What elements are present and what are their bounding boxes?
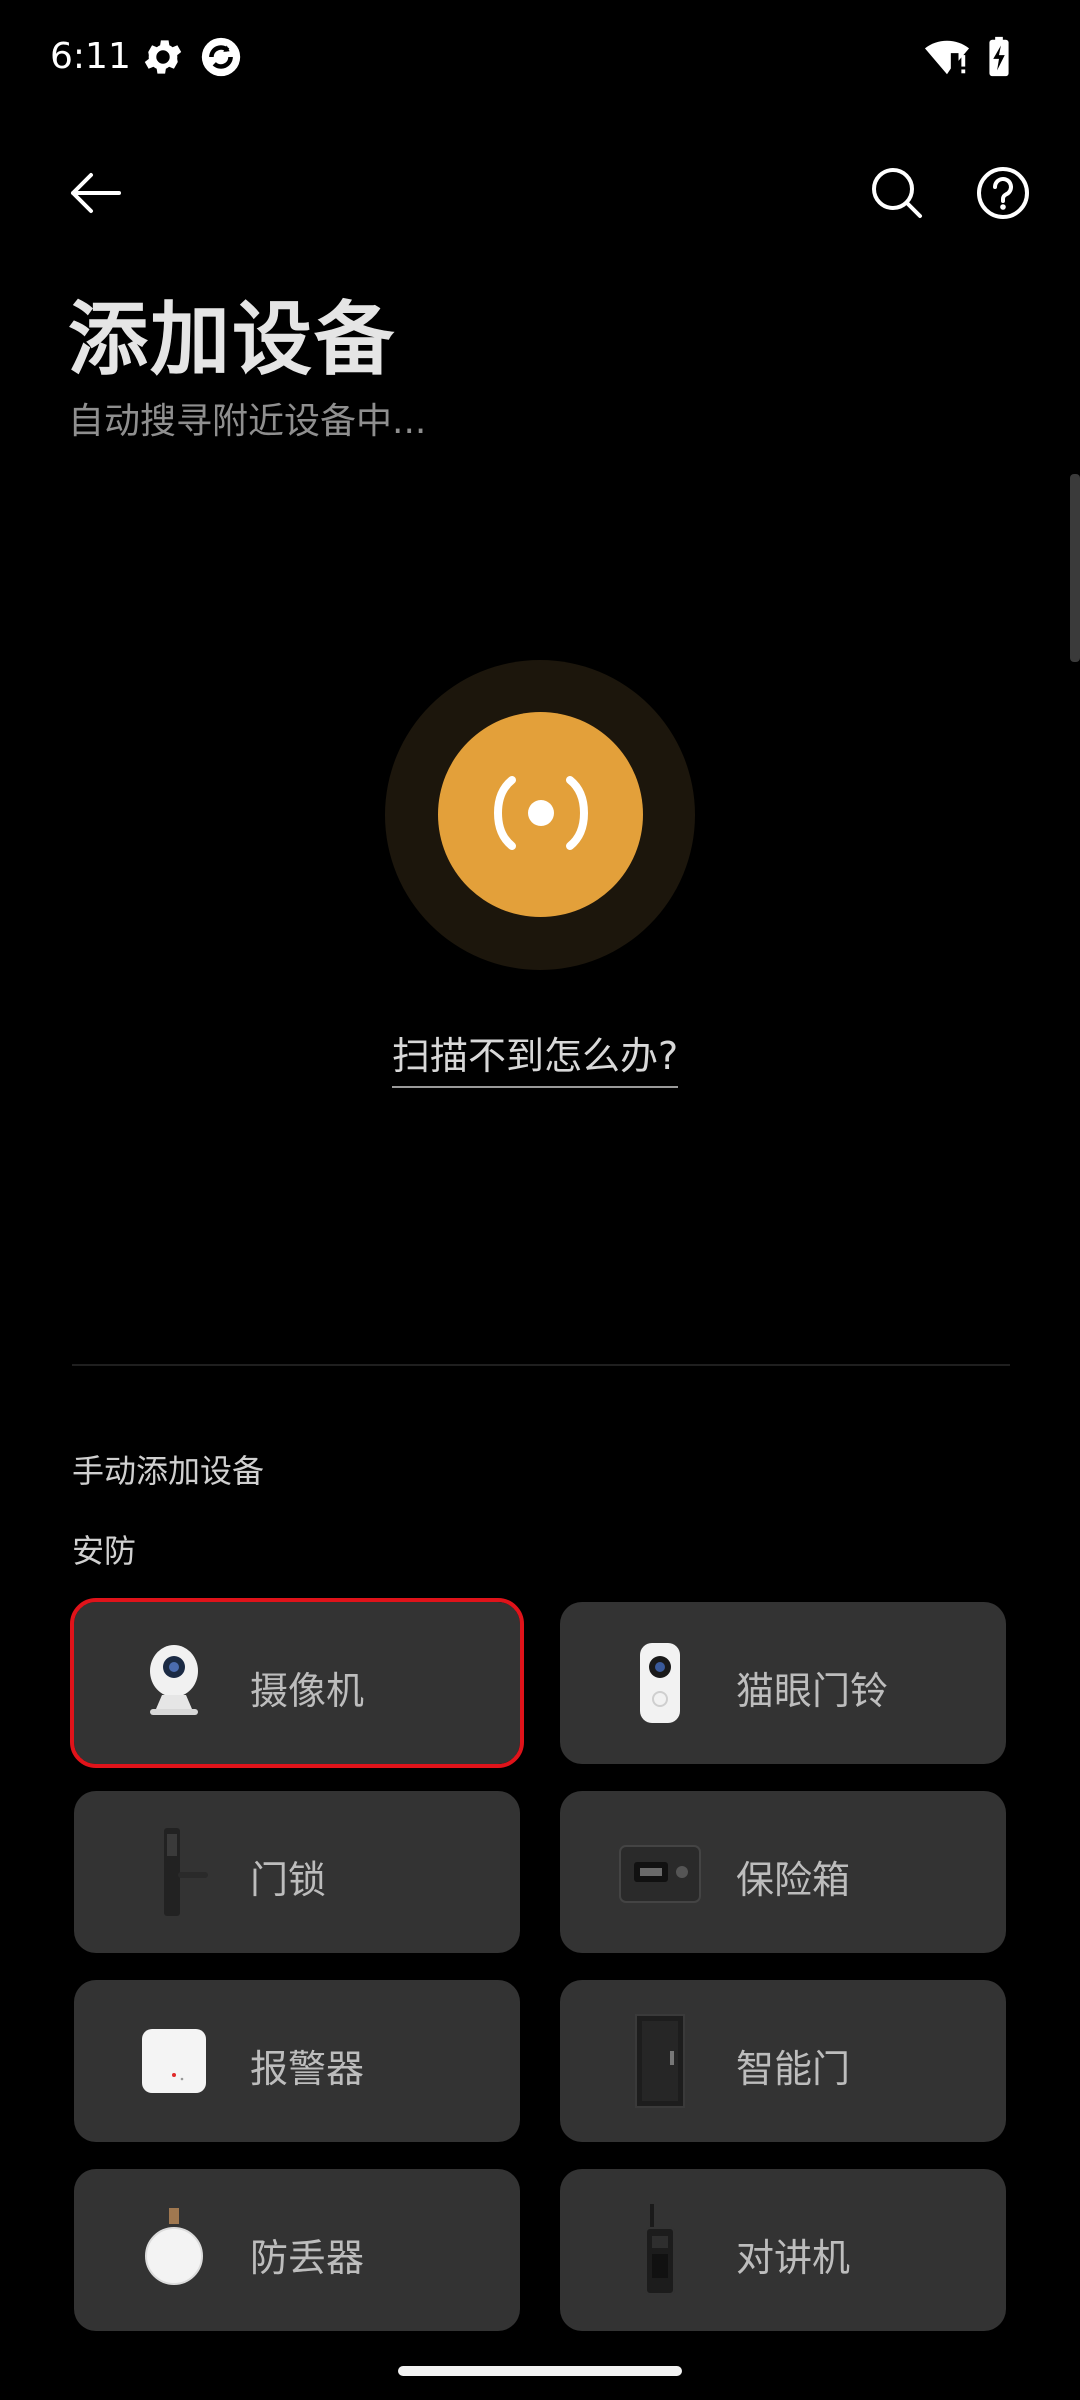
- alarm-icon: [124, 2011, 224, 2111]
- device-card-safe[interactable]: 保险箱: [560, 1791, 1006, 1953]
- device-card-door-lock[interactable]: 门锁: [74, 1791, 520, 1953]
- device-card-walkie-talkie[interactable]: 对讲机: [560, 2169, 1006, 2331]
- device-card-tracker[interactable]: 防丢器: [74, 2169, 520, 2331]
- scan-help-link[interactable]: 扫描不到怎么办?: [392, 1025, 679, 1088]
- safe-icon: [610, 1822, 710, 1922]
- device-label: 报警器: [250, 2047, 365, 2091]
- back-button[interactable]: [50, 150, 140, 240]
- arrow-left-icon: [65, 163, 125, 227]
- broadcast-icon: [486, 768, 596, 862]
- page-title: 添加设备: [68, 293, 396, 386]
- app-bar: [0, 150, 1080, 270]
- device-label: 对讲机: [736, 2236, 851, 2280]
- smart-door-icon: [610, 2011, 710, 2111]
- walkie-talkie-icon: [610, 2200, 710, 2300]
- device-label: 智能门: [736, 2047, 851, 2091]
- wifi-alert-icon: [924, 34, 970, 80]
- help-circle-icon: [975, 165, 1031, 225]
- status-time: 6:11: [50, 36, 131, 77]
- app-sync-icon: [198, 34, 244, 80]
- device-card-smart-door[interactable]: 智能门: [560, 1980, 1006, 2142]
- device-label: 猫眼门铃: [736, 1669, 889, 1713]
- manual-add-heading: 手动添加设备: [72, 1452, 265, 1490]
- device-card-camera[interactable]: 摄像机: [70, 1598, 524, 1768]
- device-label: 保险箱: [736, 1858, 851, 1902]
- help-button[interactable]: [958, 150, 1048, 240]
- page-subtitle: 自动搜寻附近设备中...: [68, 401, 427, 442]
- device-label: 门锁: [250, 1858, 327, 1902]
- scan-button[interactable]: [438, 712, 643, 917]
- device-card-alarm[interactable]: 报警器: [74, 1980, 520, 2142]
- tracker-tag-icon: [124, 2200, 224, 2300]
- camera-icon: [124, 1633, 224, 1733]
- divider: [72, 1364, 1010, 1366]
- device-card-doorbell[interactable]: 猫眼门铃: [560, 1602, 1006, 1764]
- home-indicator[interactable]: [398, 2366, 682, 2376]
- category-heading: 安防: [72, 1532, 137, 1570]
- battery-charging-icon: [976, 34, 1022, 80]
- device-label: 防丢器: [250, 2236, 365, 2280]
- device-label: 摄像机: [250, 1669, 365, 1713]
- door-lock-icon: [124, 1822, 224, 1922]
- doorbell-icon: [610, 1633, 710, 1733]
- search-icon: [869, 165, 925, 225]
- scrollbar[interactable]: [1070, 474, 1080, 662]
- search-button[interactable]: [852, 150, 942, 240]
- gear-icon: [140, 34, 186, 80]
- status-bar: 6:11: [0, 0, 1080, 120]
